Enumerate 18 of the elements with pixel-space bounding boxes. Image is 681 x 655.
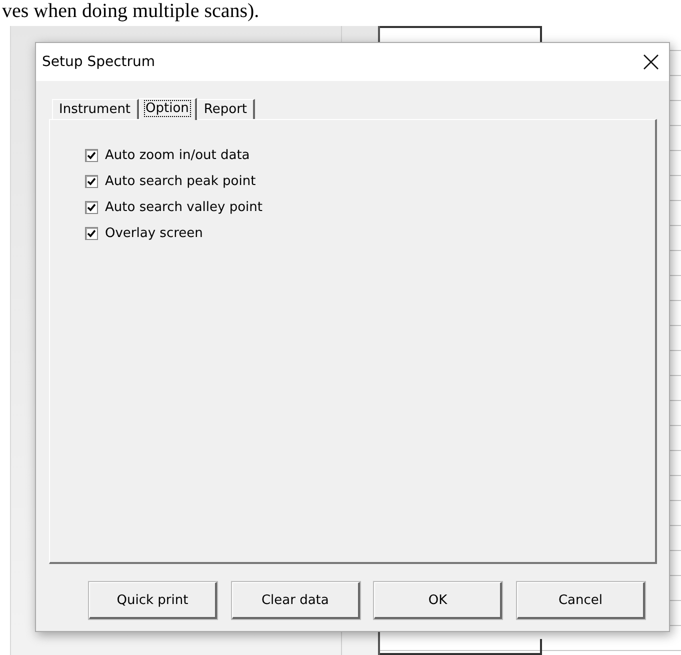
option-label: Overlay screen: [105, 226, 203, 241]
option-label: Auto zoom in/out data: [105, 148, 250, 163]
window-title: Setup Spectrum: [42, 54, 156, 70]
checkbox[interactable]: [85, 149, 98, 162]
tab[interactable]: Option: [138, 98, 197, 120]
dialog-button[interactable]: Quick print: [89, 582, 217, 619]
option-label: Auto search valley point: [105, 200, 262, 215]
tab[interactable]: Report: [196, 99, 256, 119]
checkbox[interactable]: [85, 175, 98, 188]
dialog-button[interactable]: Clear data: [232, 582, 360, 619]
tab[interactable]: Instrument: [52, 99, 139, 119]
checkbox[interactable]: [85, 227, 98, 240]
close-icon[interactable]: [643, 54, 659, 70]
dialog-button[interactable]: Cancel: [516, 582, 645, 619]
document-text: ves when doing multiple scans).: [1, 0, 260, 22]
dialog-button[interactable]: OK: [374, 582, 502, 619]
checkbox[interactable]: [85, 201, 98, 214]
option-label: Auto search peak point: [105, 174, 256, 189]
